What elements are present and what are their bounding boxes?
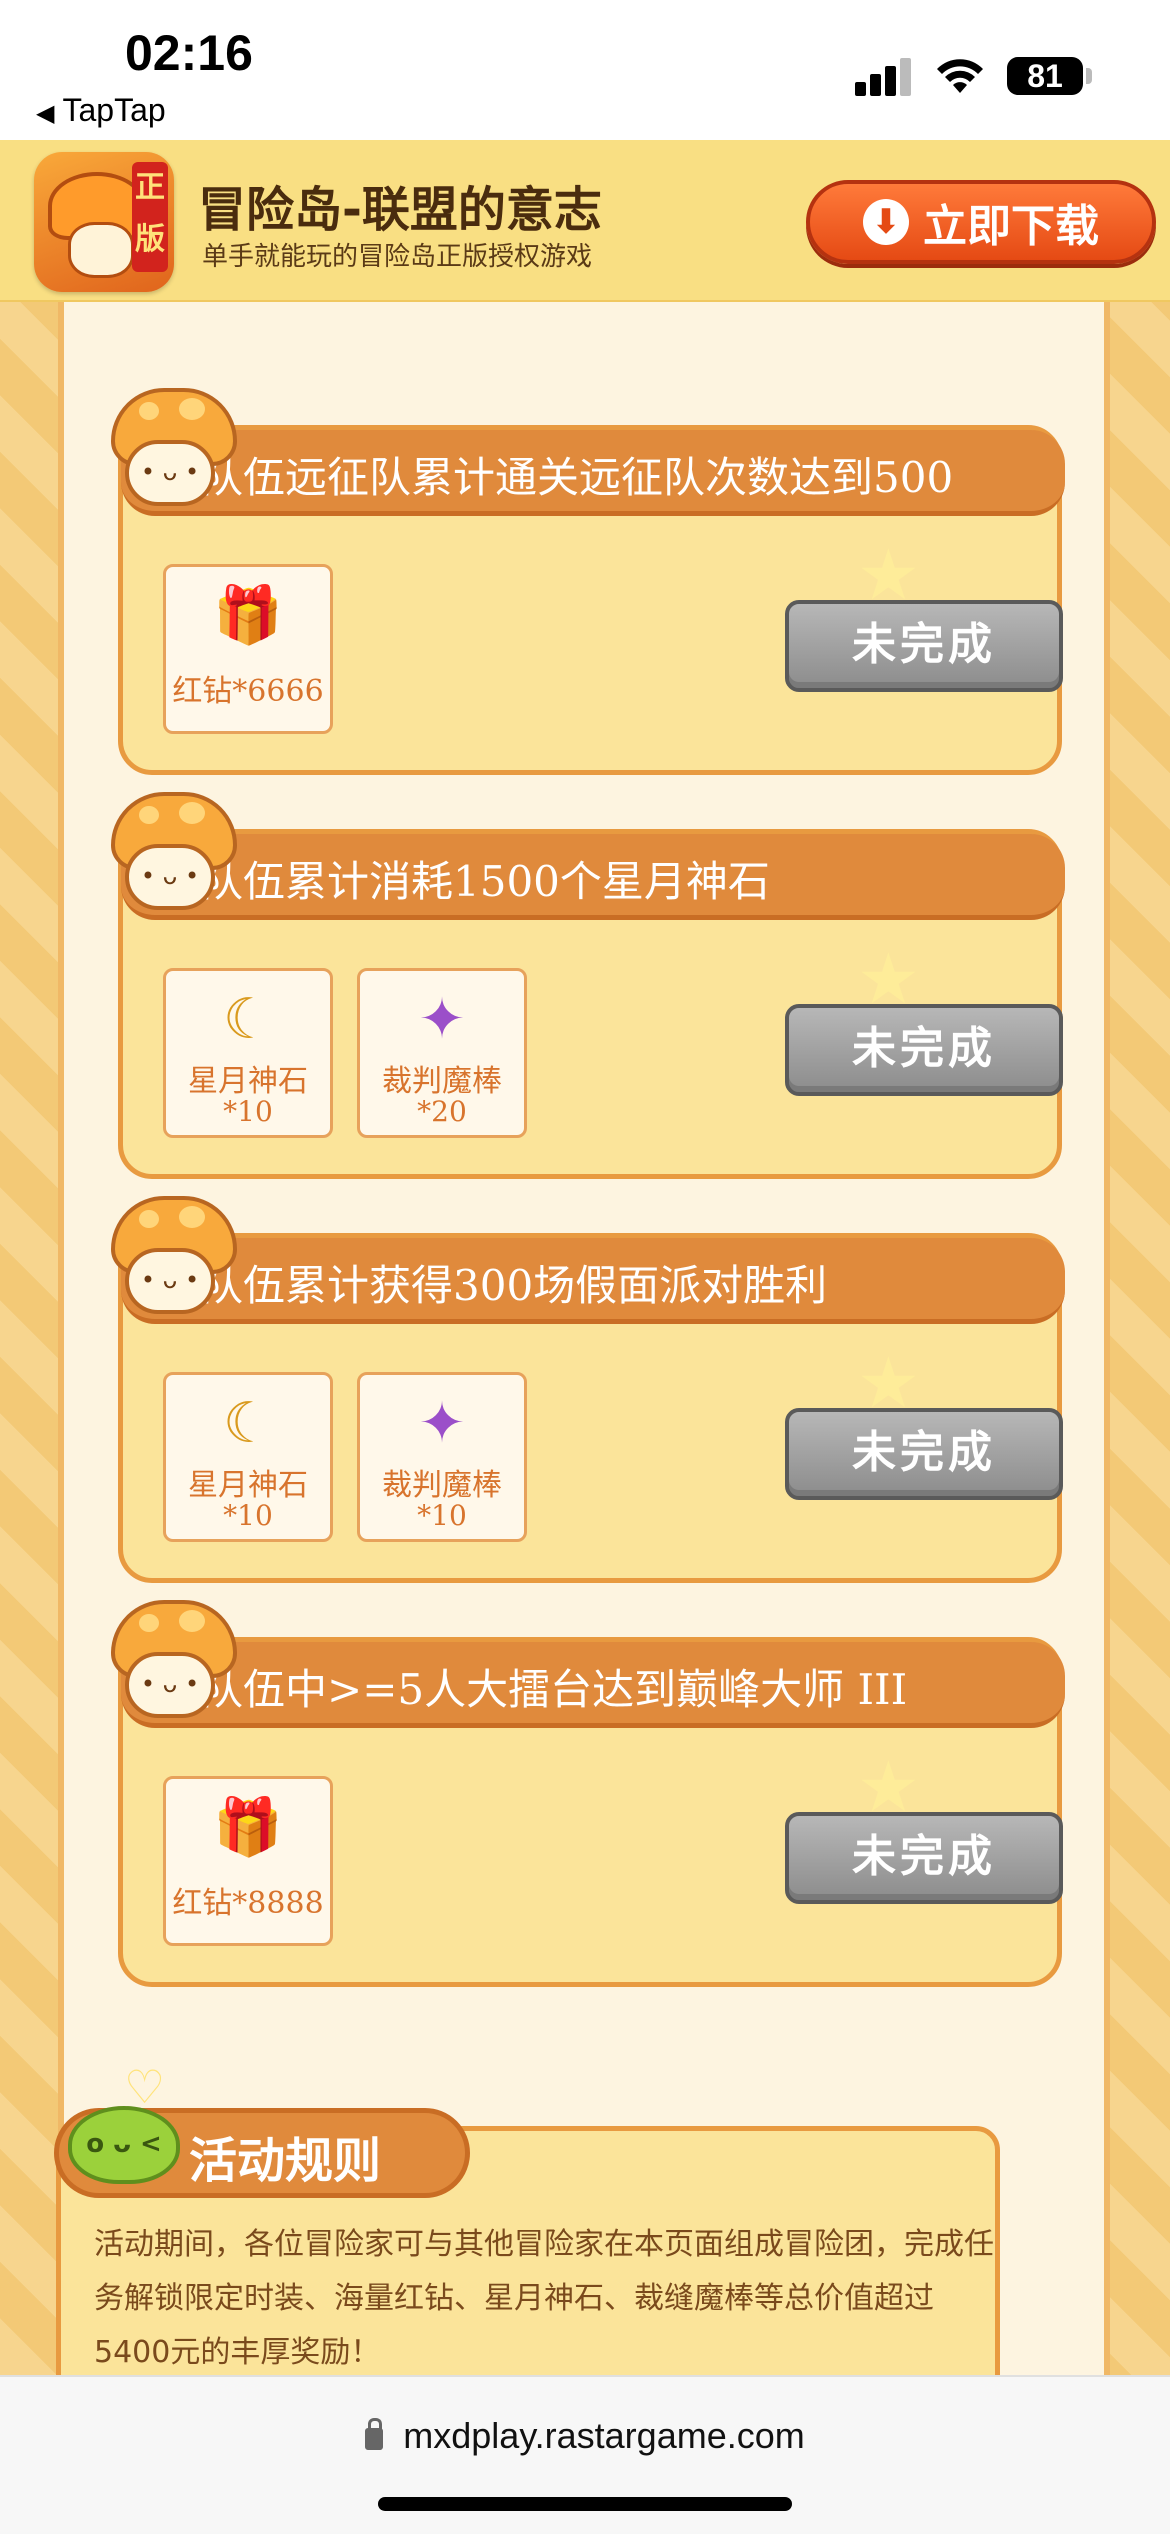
task-status-button[interactable]: 未完成 bbox=[785, 600, 1063, 692]
reward-quantity: *10 bbox=[223, 1095, 273, 1128]
rules-text: 活动期间，各位冒险家可与其他冒险家在本页面组成冒险团，完成任务解锁限定时装、海量… bbox=[94, 2227, 994, 2370]
task-title: 队伍远征队累计通关远征队次数达到500 bbox=[201, 453, 954, 502]
wifi-icon bbox=[937, 59, 983, 93]
moon-stone-icon: ☾ bbox=[222, 987, 274, 1052]
content-column: 队伍远征队累计通关远征队次数达到500 • ᴗ • ★ 🎁 红钻*6666 未完… bbox=[58, 140, 1110, 2375]
home-indicator[interactable] bbox=[378, 2497, 792, 2511]
task-status-button[interactable]: 未完成 bbox=[785, 1408, 1063, 1500]
red-diamond-chest-icon: 🎁 bbox=[213, 583, 283, 648]
app-download-banner[interactable]: 正版 冒险岛-联盟的意志 单手就能玩的冒险岛正版授权游戏 ⬇ 立即下载 bbox=[0, 140, 1170, 302]
task-status-button[interactable]: 未完成 bbox=[785, 1004, 1063, 1096]
reward-item: ☾ 星月神石 *10 bbox=[163, 968, 333, 1138]
task-title: 队伍累计消耗1500个星月神石 bbox=[201, 857, 770, 906]
clock: 02:16 bbox=[125, 25, 253, 81]
url-text: mxdplay.rastargame.com bbox=[403, 2415, 805, 2456]
battery-icon: 81 bbox=[1007, 57, 1083, 95]
task-card: 队伍中>=5人大擂台达到巅峰大师 III • ᴗ • ★ 🎁 红钻*8888 未… bbox=[111, 1600, 1065, 1987]
task-title: 队伍中>=5人大擂台达到巅峰大师 III bbox=[201, 1665, 908, 1714]
reward-item: ✦ 裁判魔棒 *20 bbox=[357, 968, 527, 1138]
mushroom-mascot-icon: • ᴗ • bbox=[109, 792, 237, 916]
mushroom-mascot-icon: • ᴗ • bbox=[109, 1600, 237, 1724]
task-title-bar: 队伍累计消耗1500个星月神石 bbox=[121, 834, 1065, 920]
reward-quantity: *10 bbox=[223, 1499, 273, 1532]
cellular-signal-icon bbox=[855, 58, 915, 96]
back-arrow-icon: ◀ bbox=[36, 100, 55, 127]
task-title-bar: 队伍累计获得300场假面派对胜利 bbox=[121, 1238, 1065, 1324]
slime-mascot-icon: ♡ o ᴗ < bbox=[64, 2060, 184, 2190]
reward-item: 🎁 红钻*8888 bbox=[163, 1776, 333, 1946]
task-card: 队伍累计获得300场假面派对胜利 • ᴗ • ★ ☾ 星月神石 *10 ✦ 裁判… bbox=[111, 1196, 1065, 1583]
back-app-label: TapTap bbox=[62, 92, 166, 128]
back-to-app-link[interactable]: ◀ TapTap bbox=[36, 92, 166, 129]
browser-url-bar[interactable]: mxdplay.rastargame.com bbox=[0, 2375, 1170, 2534]
reward-item: ✦ 裁判魔棒 *10 bbox=[357, 1372, 527, 1542]
rules-title: 活动规则 bbox=[189, 2133, 382, 2189]
download-icon: ⬇ bbox=[863, 199, 909, 245]
mushroom-mascot-icon: • ᴗ • bbox=[109, 388, 237, 512]
lock-icon bbox=[365, 2418, 384, 2450]
page-background: 队伍远征队累计通关远征队次数达到500 • ᴗ • ★ 🎁 红钻*6666 未完… bbox=[0, 140, 1170, 2375]
mushroom-mascot-icon: • ᴗ • bbox=[109, 1196, 237, 1320]
status-bar: 02:16 ◀ TapTap 81 bbox=[0, 0, 1170, 140]
reward-name: 星月神石 bbox=[188, 1064, 308, 1099]
url-display[interactable]: mxdplay.rastargame.com bbox=[0, 2415, 1170, 2457]
reward-name: 裁判魔棒 bbox=[382, 1468, 502, 1503]
reward-name: 红钻*6666 bbox=[172, 674, 324, 709]
download-button[interactable]: ⬇ 立即下载 bbox=[806, 180, 1156, 264]
app-icon[interactable]: 正版 bbox=[34, 152, 174, 292]
banner-title: 冒险岛-联盟的意志 bbox=[198, 182, 602, 238]
reward-name: 裁判魔棒 bbox=[382, 1064, 502, 1099]
reward-name: 红钻*8888 bbox=[172, 1886, 324, 1921]
banner-subtitle: 单手就能玩的冒险岛正版授权游戏 bbox=[202, 242, 593, 272]
app-icon-badge: 正版 bbox=[132, 162, 168, 272]
battery-nub bbox=[1086, 68, 1092, 84]
task-card: 队伍远征队累计通关远征队次数达到500 • ᴗ • ★ 🎁 红钻*6666 未完… bbox=[111, 388, 1065, 775]
download-label: 立即下载 bbox=[923, 201, 1099, 252]
reward-item: ☾ 星月神石 *10 bbox=[163, 1372, 333, 1542]
task-card: 队伍累计消耗1500个星月神石 • ᴗ • ★ ☾ 星月神石 *10 ✦ 裁判魔… bbox=[111, 792, 1065, 1179]
reward-item: 🎁 红钻*6666 bbox=[163, 564, 333, 734]
moon-stone-icon: ☾ bbox=[222, 1391, 274, 1456]
task-title: 队伍累计获得300场假面派对胜利 bbox=[201, 1261, 828, 1310]
reward-quantity: *10 bbox=[417, 1499, 467, 1532]
reward-name: 星月神石 bbox=[188, 1468, 308, 1503]
reward-quantity: *20 bbox=[417, 1095, 467, 1128]
task-title-bar: 队伍远征队累计通关远征队次数达到500 bbox=[121, 430, 1065, 516]
task-status-button[interactable]: 未完成 bbox=[785, 1812, 1063, 1904]
task-title-bar: 队伍中>=5人大擂台达到巅峰大师 III bbox=[121, 1642, 1065, 1728]
red-diamond-chest-icon: 🎁 bbox=[213, 1795, 283, 1860]
judgment-wand-icon: ✦ bbox=[418, 987, 466, 1052]
judgment-wand-icon: ✦ bbox=[418, 1391, 466, 1456]
